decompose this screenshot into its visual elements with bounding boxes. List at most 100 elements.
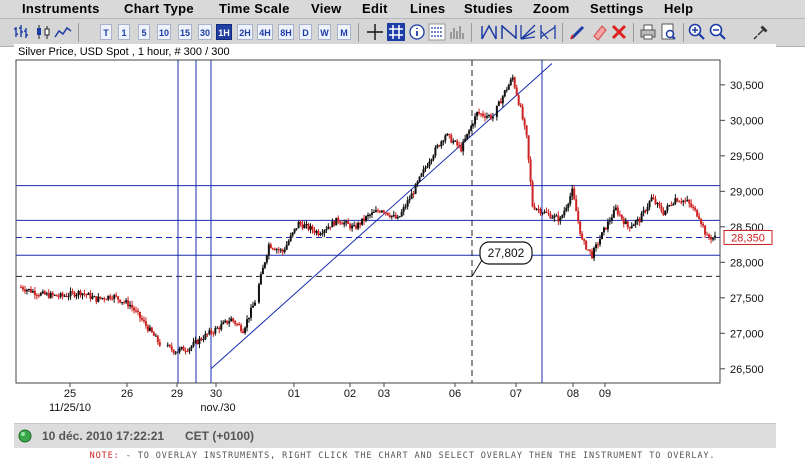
timeframe-10-button[interactable]: 10 [157,24,171,40]
crosshair-value-label: 27,802 [488,246,525,260]
candle-body [478,112,481,114]
candle-body [614,207,617,210]
timeframe-1-button[interactable]: 1 [118,24,130,40]
crosshair-icon[interactable] [366,23,384,41]
timeframe-15-button[interactable]: 15 [178,24,192,40]
candle-body [434,147,437,156]
menu-zoom[interactable]: Zoom [533,0,570,18]
timeframe-4h-button[interactable]: 4H [257,24,273,40]
candle-body [333,221,336,226]
fan-icon[interactable] [519,23,537,41]
x-tick-label: 25 [64,388,76,400]
candle-body [470,126,473,131]
menu-help[interactable]: Help [664,0,693,18]
timeframe-8h-button[interactable]: 8H [278,24,294,40]
candle-body [706,234,709,236]
candle-body [144,321,147,326]
candle-body [700,219,703,224]
trendline-up-icon[interactable] [480,23,498,41]
y-tick-label: 27,500 [730,293,764,305]
candle-body [224,320,227,323]
candle-body [63,295,66,297]
candle-body [194,340,197,342]
horizontal-lines-icon[interactable] [428,23,446,41]
volume-icon[interactable] [448,23,466,41]
timeframe-w-button[interactable]: W [318,24,331,40]
menu-view[interactable]: View [311,0,342,18]
candle-body [656,202,659,204]
candlestick-icon[interactable] [34,23,52,41]
candle-body [503,90,506,97]
candle-body [355,225,358,229]
candle-body [51,292,54,295]
zoom-in-icon[interactable] [688,23,706,41]
channel-icon[interactable] [539,23,557,41]
price-chart[interactable]: 26,50027,00027,50028,00028,50029,00029,5… [14,44,776,414]
candle-body [325,229,328,231]
candle-body [343,222,346,225]
candle-body [670,204,673,206]
delete-icon[interactable] [610,23,628,41]
candle-body [273,248,276,251]
timeframe-1h-button[interactable]: 1H [216,24,232,40]
candle-body [43,291,46,295]
candle-body [91,296,94,299]
pin-icon[interactable] [752,23,770,41]
menu-chart-type[interactable]: Chart Type [124,0,194,18]
candle-body [664,210,667,215]
line-chart-icon[interactable] [54,23,72,41]
candle-body [485,116,488,118]
eraser-icon[interactable] [590,23,608,41]
timeframe-m-button[interactable]: M [337,24,351,40]
candle-body [27,288,30,290]
candle-body [196,340,199,345]
pencil-icon[interactable] [569,23,587,41]
bar-chart-icon[interactable] [13,23,31,41]
trendline-down-icon[interactable] [500,23,518,41]
info-icon[interactable] [408,23,426,41]
timeframe-2h-button[interactable]: 2H [237,24,253,40]
menu-time-scale[interactable]: Time Scale [219,0,290,18]
y-tick-label: 30,000 [730,115,764,127]
candle-body [642,210,645,214]
menu-edit[interactable]: Edit [362,0,388,18]
zoom-out-icon[interactable] [709,23,727,41]
timeframe-t-button[interactable]: T [100,24,112,40]
candle-body [714,235,716,238]
candle-body [575,199,578,212]
menu-lines[interactable]: Lines [410,0,445,18]
candle-body [587,249,590,251]
menu-settings[interactable]: Settings [590,0,644,18]
candle-body [569,196,572,204]
candle-body [668,204,671,206]
candle-body [65,295,68,297]
candle-body [710,237,713,240]
menu-instruments[interactable]: Instruments [22,0,100,18]
candle-body [363,218,366,221]
candle-body [474,116,477,125]
candle-body [616,207,619,215]
candle-body [712,237,715,240]
candle-body [454,140,457,142]
timeframe-d-button[interactable]: D [299,24,312,40]
candle-body [357,222,360,229]
grid-icon[interactable] [387,23,405,41]
print-icon[interactable] [639,23,657,41]
candle-body [654,199,657,204]
timeframe-5-button[interactable]: 5 [138,24,150,40]
candle-body [593,248,596,259]
candle-body [543,211,546,214]
candle-body [136,310,139,312]
timeframe-30-button[interactable]: 30 [198,24,212,40]
candle-body [29,288,32,293]
candle-body [31,291,34,293]
candle-body [83,293,86,295]
menu-studies[interactable]: Studies [464,0,513,18]
candle-body [482,113,485,116]
candle-body [244,327,247,333]
trendline[interactable] [210,63,553,370]
candle-body [394,214,397,219]
x-tick-label: 06 [449,388,461,400]
candle-body [204,333,207,340]
print-preview-icon[interactable] [659,23,677,41]
